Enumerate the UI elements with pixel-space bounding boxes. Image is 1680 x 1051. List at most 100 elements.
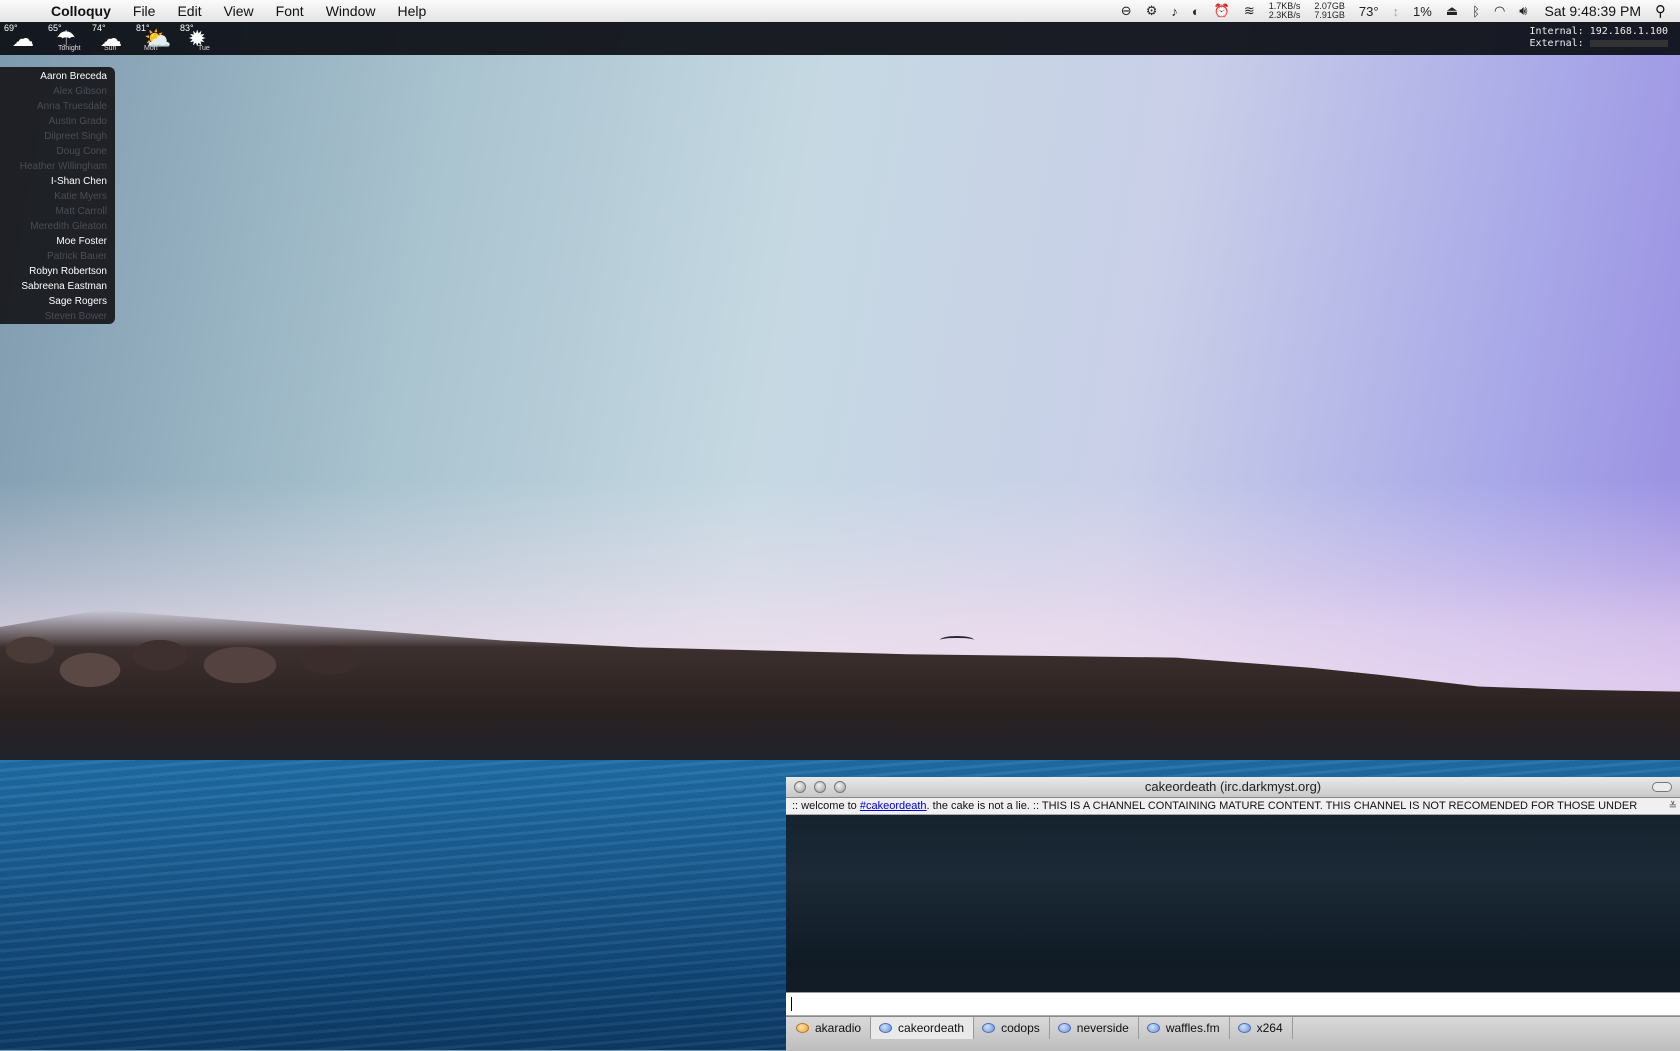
weather-mon: 81° ⛅ Mon: [136, 22, 180, 55]
spotlight-search-icon[interactable]: ⚲: [1655, 2, 1680, 20]
menu-help[interactable]: Help: [386, 0, 437, 22]
menu-clock[interactable]: Sat 9:48:39 PM: [1534, 3, 1655, 19]
bluetooth-icon[interactable]: ᛒ: [1465, 4, 1487, 19]
tab-label: x264: [1256, 1021, 1283, 1035]
chat-window-title: cakeordeath (irc.darkmyst.org): [1144, 779, 1322, 794]
fan-arrows-icon[interactable]: ↕: [1386, 4, 1407, 19]
buddy-list-item[interactable]: Robyn Robertson: [0, 264, 115, 279]
buddy-list-item[interactable]: Moe Foster: [0, 234, 115, 249]
weather-sun: 74° ☁ Sun: [92, 22, 136, 55]
tab-label: codops: [1001, 1021, 1040, 1035]
buddy-list-item[interactable]: Austin Grado: [0, 114, 115, 129]
time-machine-icon[interactable]: ◐: [1185, 4, 1207, 19]
chat-bubble-icon: [982, 1023, 996, 1033]
tab-akaradio[interactable]: akaradio: [788, 1017, 872, 1039]
chat-bubble-icon: [1237, 1023, 1251, 1033]
chat-window-titlebar[interactable]: cakeordeath (irc.darkmyst.org): [786, 777, 1680, 798]
app-menu[interactable]: Colloquy: [40, 0, 122, 22]
tab-label: akaradio: [815, 1021, 862, 1035]
external-ip-label: External:: [1529, 38, 1584, 49]
ip-address-widget: Internal: 192.168.1.100 External:: [1530, 26, 1669, 50]
wifi-icon[interactable]: ◠: [1487, 3, 1512, 19]
desktop-widget-strip: 69° ☁ 65° ☂ Tonight 74° ☁ Sun 81° ⛅ Mon …: [0, 22, 1680, 55]
weather-widget: 69° ☁ 65° ☂ Tonight 74° ☁ Sun 81° ⛅ Mon …: [4, 22, 224, 55]
memory-usage[interactable]: 2.07GB 7.91GB: [1307, 2, 1352, 20]
tab-x264[interactable]: x264: [1230, 1017, 1293, 1039]
buddy-list-item[interactable]: Anna Truesdale: [0, 99, 115, 114]
buddy-list-item[interactable]: I-Shan Chen: [0, 174, 115, 189]
weather-tonight: 65° ☂ Tonight: [48, 22, 92, 55]
menu-view[interactable]: View: [213, 0, 265, 22]
cpu-readout[interactable]: 1%: [1406, 4, 1439, 19]
external-ip-row: External:: [1530, 38, 1669, 50]
buddy-list-item[interactable]: Alex Gibson: [0, 84, 115, 99]
volume-icon[interactable]: 🔊︎: [1512, 3, 1534, 19]
buddy-list-item[interactable]: Sabreena Eastman: [0, 279, 115, 294]
zoom-button[interactable]: [834, 781, 846, 793]
buddy-list-item[interactable]: Matt Carroll: [0, 204, 115, 219]
menu-window[interactable]: Window: [315, 0, 387, 22]
tab-codops[interactable]: codops: [974, 1017, 1050, 1039]
chat-bubble-icon: [796, 1023, 809, 1033]
chat-bubble-icon: [1057, 1023, 1071, 1033]
music-note-icon[interactable]: ♪: [1164, 4, 1185, 19]
menu-extras: ⊖ ⚙ ♪ ◐ ⏰ ≋ 1.7KB/s 2.3KB/s 2.07GB 7.91G…: [1114, 0, 1680, 22]
tab-label: neverside: [1076, 1021, 1129, 1035]
buddy-list-item[interactable]: Doug Cone: [0, 144, 115, 159]
rss-icon[interactable]: ≋: [1237, 3, 1262, 19]
topic-expand-icon[interactable]: ≚: [1669, 798, 1677, 814]
internal-ip-row: Internal: 192.168.1.100: [1530, 26, 1669, 38]
temperature-readout[interactable]: 73°: [1352, 4, 1386, 19]
buddy-list-item[interactable]: Heather Willingham: [0, 159, 115, 174]
chat-window: cakeordeath (irc.darkmyst.org) :: welcom…: [786, 777, 1680, 1051]
buddy-list-item[interactable]: Katie Myers: [0, 189, 115, 204]
chat-tab-bar: akaradio cakeordeath codops neverside waffle…: [786, 1016, 1680, 1051]
channel-topic: :: welcome to #cakeordeath. the cake is …: [786, 798, 1680, 815]
chat-bubble-icon: [879, 1023, 893, 1033]
message-input[interactable]: [786, 992, 1680, 1016]
menu-file[interactable]: File: [122, 0, 167, 22]
weather-now: 69° ☁: [4, 22, 48, 55]
buddy-list-item[interactable]: Steven Bower: [0, 309, 115, 324]
topic-text: . the cake is not a lie. :: THIS IS A CH…: [926, 800, 1638, 812]
weather-label: Mon: [144, 45, 158, 52]
buddy-list-item[interactable]: Aaron Breceda: [0, 69, 115, 84]
text-caret: [791, 997, 792, 1011]
close-button[interactable]: [794, 781, 806, 793]
minimize-button[interactable]: [814, 781, 826, 793]
status-minus-icon[interactable]: ⊖: [1114, 3, 1139, 19]
weather-label: Tue: [198, 45, 210, 52]
menu-font[interactable]: Font: [265, 0, 315, 22]
chat-tabs: akaradio cakeordeath codops neverside waffle…: [786, 1017, 1680, 1039]
alarm-clock-icon[interactable]: ⏰: [1207, 3, 1237, 19]
buddy-list-item[interactable]: Sage Rogers: [0, 294, 115, 309]
tab-waffles-fm[interactable]: waffles.fm: [1139, 1017, 1230, 1039]
weather-label: Sun: [104, 45, 117, 52]
net-down-speed: 2.3KB/s: [1268, 10, 1301, 20]
external-ip-value: [1589, 39, 1668, 47]
chat-bubble-icon: [1146, 1023, 1160, 1033]
buddy-list-item[interactable]: Meredith Gleaton: [0, 219, 115, 234]
internal-ip-label: Internal:: [1529, 26, 1584, 37]
gears-icon[interactable]: ⚙: [1139, 3, 1165, 19]
mem-free: 7.91GB: [1314, 10, 1345, 20]
topic-prefix: :: welcome to: [792, 800, 860, 812]
menu-edit[interactable]: Edit: [166, 0, 212, 22]
partly-cloudy-night-icon: ☁: [12, 26, 34, 51]
menu-bar: Colloquy File Edit View Font Window Help…: [0, 0, 1680, 23]
wallpaper-bird: [940, 636, 974, 644]
eject-icon[interactable]: ⏏: [1439, 3, 1465, 19]
tab-cakeordeath[interactable]: cakeordeath: [871, 1017, 975, 1039]
network-throughput[interactable]: 1.7KB/s 2.3KB/s: [1262, 2, 1308, 20]
chat-transcript[interactable]: [786, 815, 1680, 967]
weather-tue: 83° ✹ Tue: [180, 22, 224, 55]
tab-neverside[interactable]: neverside: [1050, 1017, 1139, 1039]
buddy-list-item[interactable]: Dilpreet Singh: [0, 129, 115, 144]
weather-label: Tonight: [58, 45, 81, 52]
tab-label: waffles.fm: [1165, 1021, 1220, 1035]
internal-ip-value: 192.168.1.100: [1589, 26, 1668, 37]
buddy-list-item[interactable]: Patrick Bauer: [0, 249, 115, 264]
toolbar-toggle-button[interactable]: [1652, 782, 1672, 792]
buddy-list: Aaron Breceda Alex Gibson Anna Truesdale Au…: [0, 67, 115, 324]
topic-channel-link[interactable]: #cakeordeath: [860, 800, 927, 812]
